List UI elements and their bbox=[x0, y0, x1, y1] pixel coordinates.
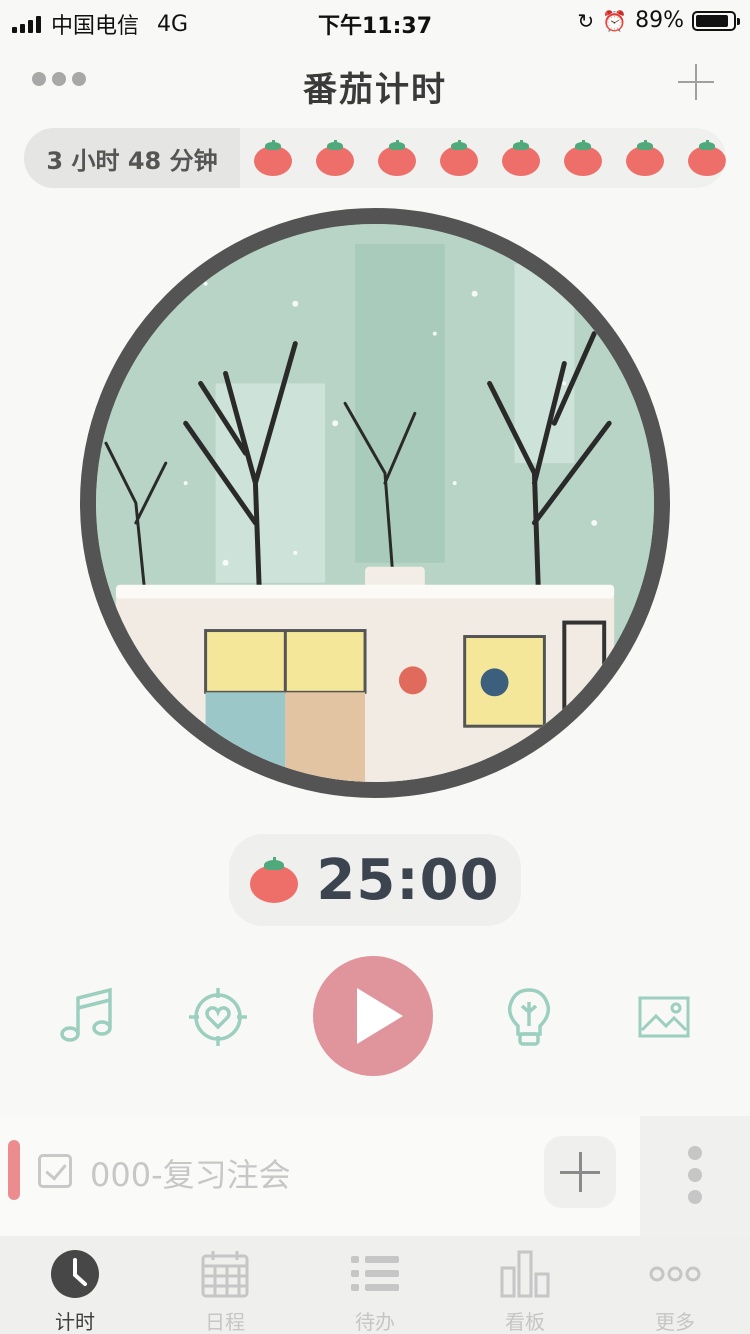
plus-icon[interactable] bbox=[678, 64, 714, 100]
tomato-icon bbox=[564, 140, 602, 176]
header: 番茄计时 bbox=[0, 40, 750, 128]
timer-value: 25:00 bbox=[316, 847, 500, 913]
timer-display[interactable]: 25:00 bbox=[229, 834, 521, 926]
music-note-icon[interactable] bbox=[56, 986, 118, 1048]
tomato-icon bbox=[502, 140, 540, 176]
tab-more[interactable]: 更多 bbox=[600, 1236, 750, 1334]
task-label: 000-复习注会 bbox=[90, 1156, 291, 1194]
tab-label: 计时 bbox=[55, 1310, 95, 1334]
tab-schedule[interactable]: 日程 bbox=[150, 1236, 300, 1334]
tab-board[interactable]: 看板 bbox=[450, 1236, 600, 1334]
task-menu-button[interactable] bbox=[640, 1116, 750, 1236]
tomato-icon bbox=[254, 140, 292, 176]
status-bar: 中国电信 4G 下午11:37 ↻ ⏰ 89% bbox=[0, 0, 750, 40]
battery-icon bbox=[692, 10, 740, 31]
alarm-icon: ⏰ bbox=[602, 8, 628, 33]
tab-label: 看板 bbox=[505, 1310, 545, 1334]
tomato-icon bbox=[626, 140, 664, 176]
task-checkbox[interactable] bbox=[38, 1154, 72, 1188]
target-heart-icon[interactable] bbox=[187, 986, 249, 1048]
add-task-button[interactable] bbox=[544, 1136, 616, 1208]
illustration-circle bbox=[80, 208, 670, 798]
control-row bbox=[0, 956, 750, 1076]
tomato-row bbox=[240, 140, 726, 176]
tomato-icon bbox=[378, 140, 416, 176]
winter-food-truck-illustration bbox=[96, 224, 654, 782]
battery-percent: 89% bbox=[635, 8, 684, 33]
tab-label: 日程 bbox=[205, 1310, 245, 1334]
chart-board-icon bbox=[500, 1250, 550, 1298]
tab-bar: 计时 日程 待办 看板 更多 bbox=[0, 1236, 750, 1334]
vertical-dots-icon bbox=[688, 1146, 702, 1204]
tomato-icon bbox=[250, 857, 299, 903]
battery-fill bbox=[696, 14, 729, 27]
tab-label: 待办 bbox=[355, 1310, 395, 1334]
task-item[interactable]: 000-复习注会 bbox=[0, 1116, 640, 1236]
play-button[interactable] bbox=[313, 956, 433, 1076]
more-icon bbox=[649, 1266, 701, 1282]
current-task-bar: 000-复习注会 bbox=[0, 1116, 750, 1236]
calendar-icon bbox=[201, 1251, 249, 1298]
tab-label: 更多 bbox=[655, 1310, 695, 1334]
rotation-lock-icon: ↻ bbox=[577, 8, 595, 33]
tomato-icon bbox=[688, 140, 726, 176]
list-icon bbox=[351, 1256, 399, 1291]
image-icon[interactable] bbox=[632, 986, 694, 1048]
page-title: 番茄计时 bbox=[303, 70, 447, 110]
task-color-tag bbox=[8, 1140, 20, 1200]
tab-timer[interactable]: 计时 bbox=[0, 1236, 150, 1334]
lightbulb-icon[interactable] bbox=[498, 986, 560, 1048]
tomato-icon bbox=[440, 140, 478, 176]
total-focus-time: 3 小时 48 分钟 bbox=[24, 128, 240, 188]
tab-todo[interactable]: 待办 bbox=[300, 1236, 450, 1334]
summary-strip: 3 小时 48 分钟 bbox=[24, 128, 726, 188]
tomato-icon bbox=[316, 140, 354, 176]
clock-icon bbox=[51, 1250, 99, 1298]
status-right: ↻ ⏰ 89% bbox=[577, 8, 740, 33]
